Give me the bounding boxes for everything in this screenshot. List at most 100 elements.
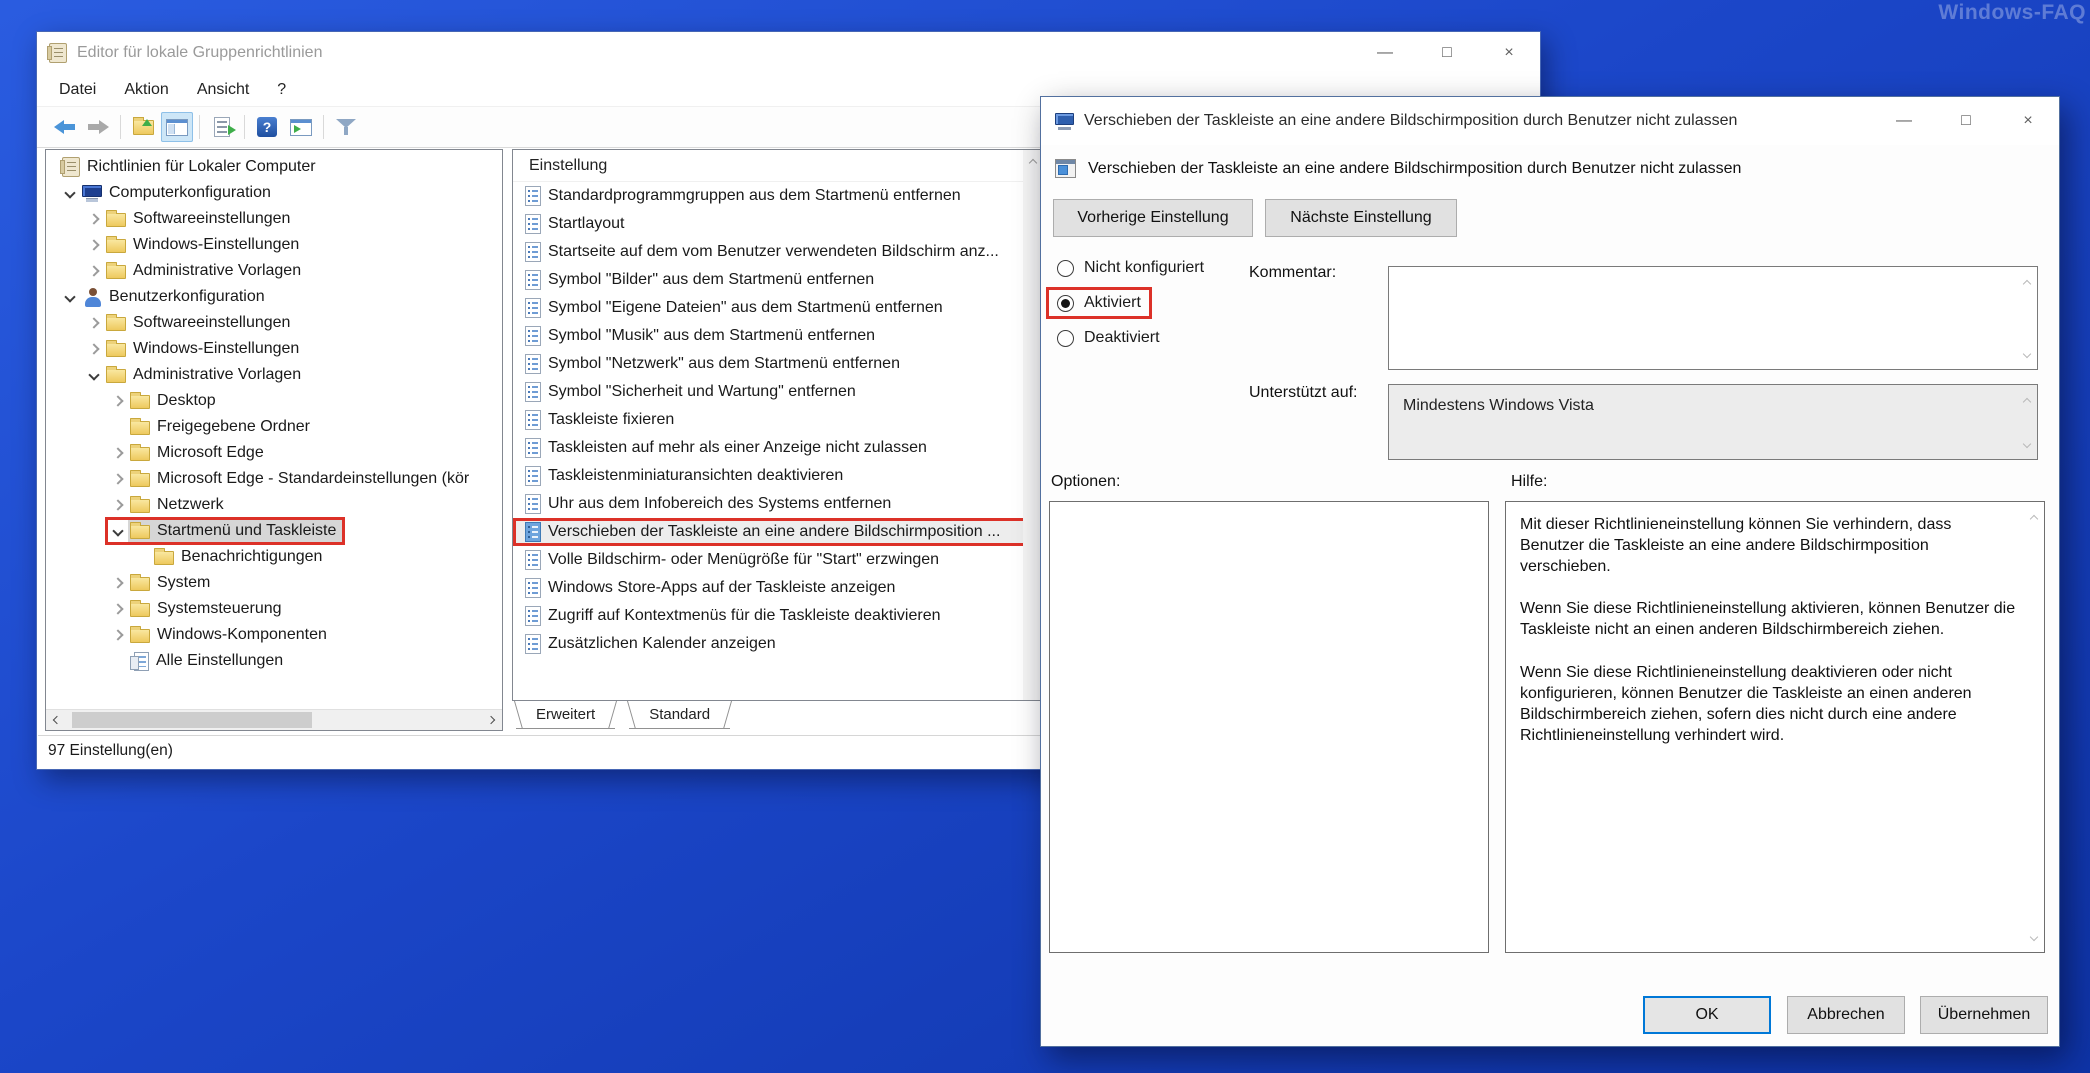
tab-standard[interactable]: Standard — [629, 701, 730, 729]
tree-item[interactable]: Softwareeinstellungen — [48, 310, 500, 336]
tree-expander[interactable] — [108, 449, 128, 457]
forward-icon[interactable] — [82, 112, 114, 142]
setting-item[interactable]: Volle Bildschirm- oder Menügröße für "St… — [513, 546, 1043, 574]
radio-nicht-konfiguriert[interactable]: Nicht konfiguriert — [1049, 255, 1212, 281]
scroll-right-button[interactable] — [480, 717, 502, 723]
tab-erweitert[interactable]: Erweitert — [516, 701, 615, 729]
tree-expander[interactable] — [108, 501, 128, 509]
scrollbar-thumb[interactable] — [72, 712, 312, 728]
chevron-right-icon — [112, 473, 123, 484]
tree-item-inner: Freigegebene Ordner — [108, 416, 316, 438]
tree-item[interactable]: Microsoft Edge — [48, 440, 500, 466]
tree-item-core: Administrative Vorlagen — [104, 260, 307, 282]
allset-icon — [134, 652, 149, 671]
back-icon[interactable] — [48, 112, 80, 142]
setting-item[interactable]: Symbol "Bilder" aus dem Startmenü entfer… — [513, 266, 1043, 294]
tree-item[interactable]: Richtlinien für Lokaler Computer — [48, 154, 500, 180]
minimize-button[interactable]: — — [1354, 32, 1416, 74]
tree-item[interactable]: Administrative Vorlagen — [48, 258, 500, 284]
tree-expander[interactable] — [84, 319, 104, 327]
tree-item[interactable]: Windows-Einstellungen — [48, 336, 500, 362]
previous-setting-button[interactable]: Vorherige Einstellung — [1053, 199, 1253, 237]
console-window-icon[interactable] — [161, 112, 193, 142]
setting-item[interactable]: Standardprogrammgruppen aus dem Startmen… — [513, 182, 1043, 210]
radio-deaktiviert[interactable]: Deaktiviert — [1049, 325, 1168, 351]
tree-expander[interactable] — [84, 215, 104, 223]
tree-item[interactable]: Freigegebene Ordner — [48, 414, 500, 440]
tree-expander[interactable] — [108, 631, 128, 639]
tree-item[interactable]: Windows-Komponenten — [48, 622, 500, 648]
tree-expander[interactable] — [108, 527, 128, 535]
scroll-left-button[interactable] — [46, 717, 68, 723]
setting-item[interactable]: Symbol "Eigene Dateien" aus dem Startmen… — [513, 294, 1043, 322]
setting-item[interactable]: Symbol "Sicherheit und Wartung" entferne… — [513, 378, 1043, 406]
tree-item[interactable]: Startmenü und Taskleiste — [48, 518, 500, 544]
tree-item[interactable]: Benutzerkonfiguration — [48, 284, 500, 310]
filter-icon[interactable] — [330, 112, 362, 142]
setting-item[interactable]: Taskleisten auf mehr als einer Anzeige n… — [513, 434, 1043, 462]
tree-expander[interactable] — [108, 579, 128, 587]
policy-heading: Verschieben der Taskleiste an eine ander… — [1055, 159, 1741, 178]
tree-expander[interactable] — [84, 345, 104, 353]
menu-ansicht[interactable]: Ansicht — [183, 74, 263, 106]
tree-expander[interactable] — [84, 371, 104, 379]
tree-item-inner: Administrative Vorlagen — [84, 260, 307, 282]
dialog-minimize-button[interactable]: — — [1873, 97, 1935, 145]
help-icon[interactable] — [251, 112, 283, 142]
setting-item[interactable]: Uhr aus dem Infobereich des Systems entf… — [513, 490, 1043, 518]
setting-item[interactable]: Verschieben der Taskleiste an eine ander… — [513, 518, 1043, 546]
dialog-close-button[interactable]: × — [1997, 97, 2059, 145]
console-tree-pane: Richtlinien für Lokaler ComputerComputer… — [45, 149, 503, 731]
menu-hilfe[interactable]: ? — [263, 74, 300, 106]
close-button[interactable]: × — [1478, 32, 1540, 74]
tree-expander[interactable] — [108, 475, 128, 483]
policy-icon — [1055, 159, 1076, 178]
tree-expander[interactable] — [108, 397, 128, 405]
next-setting-button[interactable]: Nächste Einstellung — [1265, 199, 1457, 237]
setting-item[interactable]: Taskleistenminiaturansichten deaktiviere… — [513, 462, 1043, 490]
setting-item[interactable]: Startlayout — [513, 210, 1043, 238]
tree-item[interactable]: Computerkonfiguration — [48, 180, 500, 206]
setting-item[interactable]: Zusätzlichen Kalender anzeigen — [513, 630, 1043, 658]
setting-item[interactable]: Windows Store-Apps auf der Taskleiste an… — [513, 574, 1043, 602]
tree-expander[interactable] — [108, 605, 128, 613]
setting-item[interactable]: Symbol "Musik" aus dem Startmenü entfern… — [513, 322, 1043, 350]
setting-item[interactable]: Taskleiste fixieren — [513, 406, 1043, 434]
tree-item[interactable]: System — [48, 570, 500, 596]
tree-expander[interactable] — [84, 267, 104, 275]
tree-expander[interactable] — [84, 241, 104, 249]
tree-item[interactable]: Netzwerk — [48, 492, 500, 518]
cancel-button[interactable]: Abbrechen — [1787, 996, 1905, 1034]
tree-item[interactable]: Desktop — [48, 388, 500, 414]
apply-button[interactable]: Übernehmen — [1920, 996, 2048, 1034]
comment-textarea[interactable] — [1388, 266, 2038, 370]
column-header-einstellung[interactable]: Einstellung — [513, 150, 1043, 182]
tree-item[interactable]: Systemsteuerung — [48, 596, 500, 622]
tree-item-label: Alle Einstellungen — [156, 652, 283, 670]
supported-on-box[interactable]: Mindestens Windows Vista — [1388, 384, 2038, 460]
setting-item[interactable]: Startseite auf dem vom Benutzer verwende… — [513, 238, 1043, 266]
export-list-icon[interactable] — [206, 112, 238, 142]
tree-expander[interactable] — [60, 293, 80, 301]
tree-item[interactable]: Microsoft Edge - Standardeinstellungen (… — [48, 466, 500, 492]
maximize-button[interactable]: □ — [1416, 32, 1478, 74]
tree-item[interactable]: Benachrichtigungen — [48, 544, 500, 570]
folder-icon — [130, 421, 150, 435]
menu-datei[interactable]: Datei — [45, 74, 110, 106]
tree-horizontal-scrollbar[interactable] — [46, 709, 502, 730]
show-window-icon[interactable] — [285, 112, 317, 142]
tree-item[interactable]: Softwareeinstellungen — [48, 206, 500, 232]
up-folder-icon[interactable] — [127, 112, 159, 142]
help-panel[interactable]: Mit dieser Richtlinieneinstellung können… — [1505, 501, 2045, 953]
radio-aktiviert[interactable]: Aktiviert — [1049, 290, 1149, 316]
setting-item[interactable]: Zugriff auf Kontextmenüs für die Tasklei… — [513, 602, 1043, 630]
setting-item[interactable]: Symbol "Netzwerk" aus dem Startmenü entf… — [513, 350, 1043, 378]
ok-button[interactable]: OK — [1643, 996, 1771, 1034]
dialog-maximize-button[interactable]: □ — [1935, 97, 1997, 145]
tree-item[interactable]: Alle Einstellungen — [48, 648, 500, 674]
tree-item-label: Desktop — [157, 392, 216, 410]
menu-aktion[interactable]: Aktion — [110, 74, 182, 106]
tree-expander[interactable] — [60, 189, 80, 197]
tree-item[interactable]: Administrative Vorlagen — [48, 362, 500, 388]
tree-item[interactable]: Windows-Einstellungen — [48, 232, 500, 258]
